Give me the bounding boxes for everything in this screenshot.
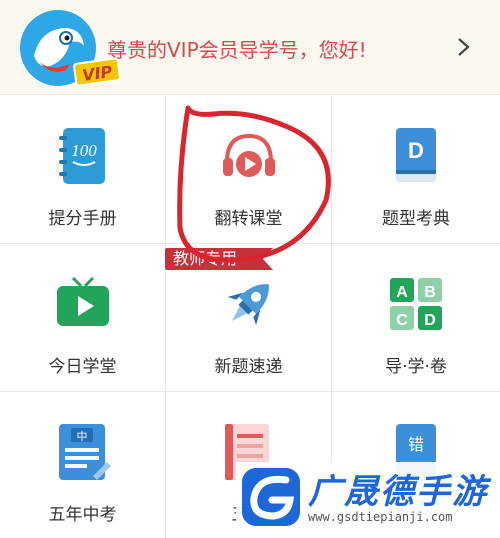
svg-text:D: D <box>408 138 424 163</box>
grid-item-label: 导·学·卷 <box>385 357 447 377</box>
grid-item-label: 提分手册 <box>48 209 117 229</box>
watermark-url: www.gsdtiepianji.com <box>308 510 453 524</box>
svg-text:C: C <box>396 312 408 329</box>
watermark-title: 广晟德手游 <box>308 472 488 512</box>
grid-item-five-year-exam[interactable]: 中 五年中考 <box>0 392 166 538</box>
grid-item-label: 题型考典 <box>382 209 450 229</box>
svg-text:D: D <box>424 312 436 329</box>
avatar: VIP <box>20 10 122 88</box>
grid-item-label: 新题速递 <box>214 357 283 377</box>
grid-item-label: 今日学堂 <box>48 357 117 377</box>
teacher-only-ribbon: 教师专用 <box>165 248 273 270</box>
svg-text:中: 中 <box>76 430 87 443</box>
grid-item-score-handbook[interactable]: 100 提分手册 <box>0 96 166 244</box>
grid-item-flipped-classroom[interactable]: 翻转课堂 <box>166 96 332 244</box>
grid-item-today-class[interactable]: 今日学堂 <box>0 244 166 392</box>
notebook-100-icon: 100 <box>58 128 105 184</box>
abcd-tiles-icon: A B C D <box>390 278 442 330</box>
grid-item-label: 翻转课堂 <box>214 209 283 229</box>
rocket-icon <box>227 284 269 326</box>
exam-paper-icon: 中 <box>58 424 111 480</box>
brand-logo-icon <box>242 468 300 526</box>
vip-header-banner[interactable]: VIP 尊贵的VIP会员导学号，您好! <box>0 0 500 95</box>
grid-item-label: 五年中考 <box>48 505 117 525</box>
grid-item-guide-paper[interactable]: A B C D 导·学·卷 <box>332 244 500 392</box>
tv-play-icon <box>56 276 109 326</box>
site-watermark: 广晟德手游 www.gsdtiepianji.com <box>236 462 500 538</box>
chevron-right-icon[interactable] <box>452 30 476 64</box>
svg-text:100: 100 <box>71 141 97 160</box>
grid-item-question-types[interactable]: D 题型考典 <box>332 96 500 244</box>
svg-text:A: A <box>396 284 408 301</box>
greeting-text: 尊贵的VIP会员导学号，您好! <box>107 38 367 62</box>
headphones-play-icon <box>222 133 275 177</box>
svg-text:B: B <box>424 284 436 301</box>
svg-text:错: 错 <box>408 435 424 454</box>
dictionary-d-icon: D <box>396 128 436 182</box>
